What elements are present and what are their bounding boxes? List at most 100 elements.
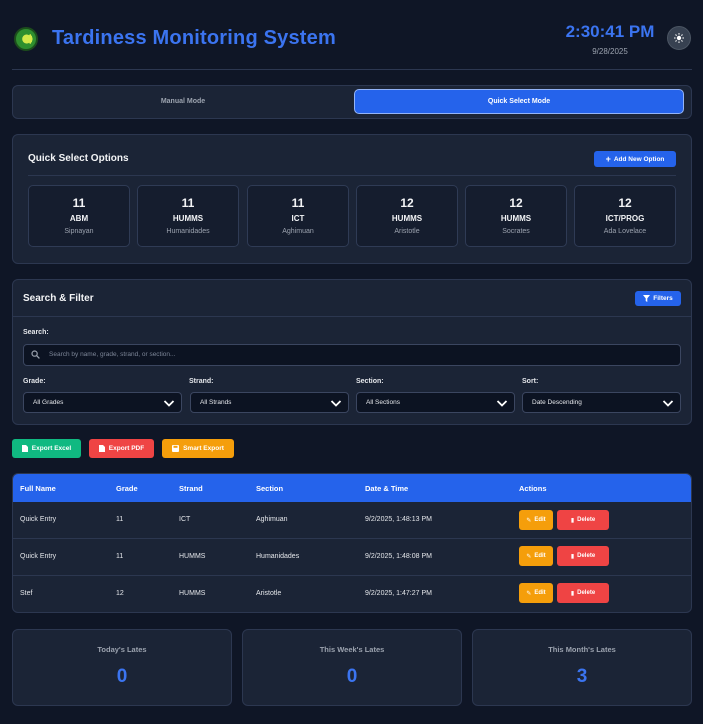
quick-option-strand: ABM [69,214,89,223]
quick-select-divider [28,175,676,176]
quick-option-strand: HUMMS [172,214,204,223]
edit-button[interactable]: ✎ Edit [519,583,553,603]
trash-icon: ▮ [570,590,575,597]
months-lates-card: This Month's Lates 3 [472,629,692,706]
quick-option-grade: 12 [400,196,414,210]
clock-time: 2:30:41 PM [565,22,655,41]
export-pdf-label: Export PDF [108,445,145,452]
quick-option-card[interactable]: 12 HUMMS Aristotle [356,185,458,247]
grade-select[interactable]: All Grades [23,392,182,413]
cell-strand: HUMMS [179,590,206,597]
column-header-datetime: Date & Time [365,484,409,493]
search-icon [31,350,40,359]
strand-select-value: All Strands [200,399,232,406]
cell-name: Stef [20,590,33,597]
months-lates-label: This Month's Lates [548,645,616,654]
grade-label: Grade: [23,378,46,385]
quick-option-section: Aghimuan [282,228,314,235]
smart-export-label: Smart Export [183,445,224,452]
trash-icon: ▮ [570,517,575,524]
edit-button[interactable]: ✎ Edit [519,510,553,530]
delete-button[interactable]: ▮ Delete [557,546,609,566]
sort-label: Sort: [522,378,539,385]
edit-icon: ✎ [526,590,532,597]
row-divider [13,575,691,576]
quick-option-card[interactable]: 11 ABM Sipnayan [28,185,130,247]
smart-export-button[interactable]: Smart Export [162,439,234,458]
delete-button[interactable]: ▮ Delete [557,583,609,603]
delete-button[interactable]: ▮ Delete [557,510,609,530]
quick-select-mode-button[interactable]: Quick Select Mode [354,89,684,114]
todays-lates-card: Today's Lates 0 [12,629,232,706]
quick-option-grade: 12 [618,196,632,210]
delete-label: Delete [577,590,596,596]
filter-icon [643,295,651,302]
weeks-lates-value: 0 [346,666,358,687]
cell-name: Quick Entry [20,553,57,560]
cell-datetime: 9/2/2025, 1:48:08 PM [365,553,432,560]
quick-option-grade: 11 [72,196,86,210]
sort-select-value: Date Descending [532,399,582,406]
quick-option-card[interactable]: 11 HUMMS Humanidades [137,185,239,247]
quick-option-strand: ICT/PROG [605,214,645,223]
todays-lates-label: Today's Lates [97,645,147,654]
weeks-lates-card: This Week's Lates 0 [242,629,462,706]
plus-icon: + [605,153,611,164]
cell-name: Quick Entry [20,516,57,523]
filters-button[interactable]: Filters [635,291,681,306]
column-header-strand: Strand [179,484,203,493]
manual-mode-button[interactable]: Manual Mode [18,89,348,114]
cell-section: Humanidades [256,553,300,560]
export-excel-label: Export Excel [31,445,72,452]
quick-select-title: Quick Select Options [28,153,129,164]
quick-option-grade: 11 [291,196,305,210]
months-lates-value: 3 [576,666,588,687]
search-filter-title: Search & Filter [23,293,94,304]
quick-option-section: Ada Lovelace [603,228,647,235]
cell-grade: 11 [116,516,124,523]
quick-option-card[interactable]: 12 HUMMS Socrates [465,185,567,247]
chevron-down-icon [496,400,508,407]
export-pdf-button[interactable]: Export PDF [89,439,154,458]
quick-option-section: Humanidades [166,228,210,235]
cell-datetime: 9/2/2025, 1:48:13 PM [365,516,432,523]
quick-option-grade: 11 [181,196,195,210]
filters-label: Filters [653,295,673,302]
cell-section: Aristotle [256,590,282,597]
delete-label: Delete [577,517,596,523]
quick-option-section: Sipnayan [64,228,94,235]
sort-select[interactable]: Date Descending [522,392,681,413]
quick-option-strand: HUMMS [500,214,532,223]
trash-icon: ▮ [570,553,575,560]
cell-grade: 12 [116,590,124,597]
quick-option-card[interactable]: 11 ICT Aghimuan [247,185,349,247]
section-label: Section: [356,378,384,385]
strand-select[interactable]: All Strands [190,392,349,413]
chevron-down-icon [163,400,175,407]
column-header-name: Full Name [20,484,56,493]
save-icon [172,445,180,452]
cell-strand: HUMMS [179,553,206,560]
chevron-down-icon [662,400,674,407]
edit-button[interactable]: ✎ Edit [519,546,553,566]
sun-icon [674,33,684,43]
edit-label: Edit [534,517,546,523]
theme-toggle-button[interactable] [667,26,691,50]
section-select[interactable]: All Sections [356,392,515,413]
section-select-value: All Sections [366,399,400,406]
chevron-down-icon [330,400,342,407]
weeks-lates-label: This Week's Lates [319,645,385,654]
export-excel-button[interactable]: Export Excel [12,439,81,458]
table-header [13,474,691,502]
file-pdf-icon [98,445,105,452]
column-header-grade: Grade [116,484,138,493]
grade-select-value: All Grades [33,399,64,406]
row-divider [13,538,691,539]
edit-label: Edit [534,553,546,559]
search-placeholder: Search by name, grade, strand, or sectio… [49,351,176,358]
column-header-actions: Actions [519,484,547,493]
todays-lates-value: 0 [116,666,128,687]
add-new-option-button[interactable]: + Add New Option [594,151,676,167]
quick-option-card[interactable]: 12 ICT/PROG Ada Lovelace [574,185,676,247]
search-filter-divider [13,316,691,317]
